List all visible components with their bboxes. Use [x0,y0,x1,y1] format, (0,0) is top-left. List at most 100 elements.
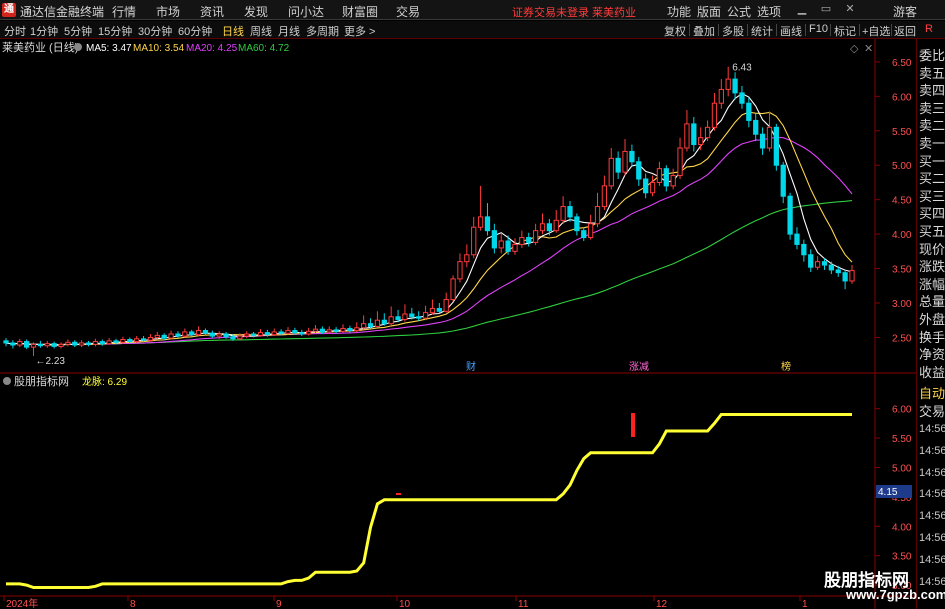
candle-body [381,319,387,325]
menu-item-ask[interactable]: 问小达 [288,3,324,20]
candle-body [574,216,580,232]
price-chart-area[interactable]: 莱美药业 (日线) MA5: 3.47 MA10: 3.54 MA20: 4.2… [0,39,916,609]
menu-item-market[interactable]: 市场 [156,3,180,20]
candle-body [147,336,154,341]
adjust-button[interactable]: 复权 [664,23,686,39]
corner-r-button[interactable]: R [920,23,938,37]
candle-body [319,328,326,333]
chart-background [0,39,916,609]
signal-bar [631,413,635,437]
indicator-toggle-icon[interactable] [3,377,11,385]
menu-item-wealth-circle[interactable]: 财富圈 [342,3,378,20]
candle-body [195,330,202,336]
menu-item-news[interactable]: 资讯 [200,3,224,20]
chart-settings-icon[interactable]: ◇ [850,42,859,55]
candle-body [670,175,676,187]
candle-body [739,92,745,104]
candle-body [154,334,160,338]
period-tab-intraday[interactable]: 分时 [4,23,26,39]
candle-body [92,341,99,345]
menu-item-discover[interactable]: 发现 [244,3,268,20]
side-panel-field-label: 买四 [919,206,945,222]
candle-body [3,340,9,344]
event-marker-reduce[interactable]: 涨减 [629,361,649,373]
event-marker-list[interactable]: 榜 [781,360,791,373]
add-favorite-button[interactable]: +自选 [862,23,890,39]
high-price-label: 6.43 [732,63,752,74]
period-tab-60min[interactable]: 60分钟 [178,23,212,39]
period-tab-multi[interactable]: 多周期 [306,23,339,39]
chart-close-icon[interactable]: ✕ [864,42,873,55]
close-icon[interactable]: ✕ [843,2,857,16]
candle-body [539,223,546,232]
candle-body [223,333,229,338]
menu-item-market-quotes[interactable]: 行情 [112,3,136,20]
candle-body [168,333,174,339]
side-panel-time: 14:56 [919,532,945,544]
period-tab-30min[interactable]: 30分钟 [138,23,172,39]
period-tab-1min[interactable]: 1分钟 [30,23,58,39]
candle-body [546,223,552,232]
menu-item-options[interactable]: 选项 [757,3,781,20]
login-notice[interactable]: 证券交易未登录 莱美药业 [512,4,636,20]
candle-body [278,331,284,334]
event-marker-finance[interactable]: 财 [466,360,476,373]
side-panel-field-label: 卖三 [919,100,945,116]
ma5-label: MA5: 3.47 [86,43,132,54]
candle-body [835,269,841,274]
legend-toggle-icon[interactable] [74,43,82,51]
menu-item-layout[interactable]: 版面 [697,3,721,20]
period-tab-more[interactable]: 更多 > [344,23,375,39]
candle-body [622,150,628,173]
candle-body [615,157,621,173]
date-axis-label: 2024年 [6,597,38,609]
candle-body [787,195,793,235]
period-toolbar: 分时 1分钟 5分钟 15分钟 30分钟 60分钟 日线 周线 月线 多周期 更… [0,21,945,39]
maximize-icon[interactable]: ▭ [819,2,833,16]
draw-line-button[interactable]: 画线 [780,23,802,39]
side-panel-time: 14:56 [919,510,945,523]
back-button[interactable]: 返回 [894,23,916,39]
stats-button[interactable]: 统计 [751,23,773,39]
candle-body [354,327,360,332]
f10-button[interactable]: F10 [809,23,828,35]
candle-body [161,334,167,339]
candle-body [684,123,690,149]
candle-body [436,308,442,312]
indicator-value-label: 龙脉: 6.29 [82,375,127,388]
toolbar-divider [747,24,748,36]
side-panel-time: 14:56 [919,488,945,501]
multi-stock-button[interactable]: 多股 [722,23,744,39]
menu-item-formula[interactable]: 公式 [727,3,751,20]
menu-item-function[interactable]: 功能 [667,3,691,20]
mark-button[interactable]: 标记 [834,23,856,39]
period-tab-5min[interactable]: 5分钟 [64,23,92,39]
indicator-axis-label: 4.00 [892,522,912,533]
candle-body [326,329,332,333]
period-tab-weekly[interactable]: 周线 [250,23,272,39]
low-price-label: ←2.23 [36,356,66,367]
candle-body [656,168,663,183]
app-logo-icon: 通 [2,3,16,17]
period-tab-15min[interactable]: 15分钟 [98,23,132,39]
toolbar-divider [805,24,806,36]
menu-item-trade[interactable]: 交易 [396,3,420,20]
overlay-button[interactable]: 叠加 [693,23,715,39]
candle-body [250,333,257,336]
candle-body [849,270,855,282]
candle-body [649,181,656,194]
candle-body [505,240,511,252]
ma10-label: MA10: 3.54 [133,43,185,54]
candle-body [37,343,44,347]
candle-body [285,330,291,334]
date-axis-label: 11 [518,599,529,609]
candle-body [264,332,270,336]
guest-label[interactable]: 游客 [893,3,917,20]
side-panel-field-label: 卖五 [919,65,945,81]
period-tab-daily[interactable]: 日线 [222,23,244,39]
candle-body [636,161,642,180]
candle-body [416,316,422,319]
minimize-icon[interactable]: ▁ [795,2,809,16]
candle-body [663,168,669,187]
period-tab-monthly[interactable]: 月线 [278,23,300,39]
